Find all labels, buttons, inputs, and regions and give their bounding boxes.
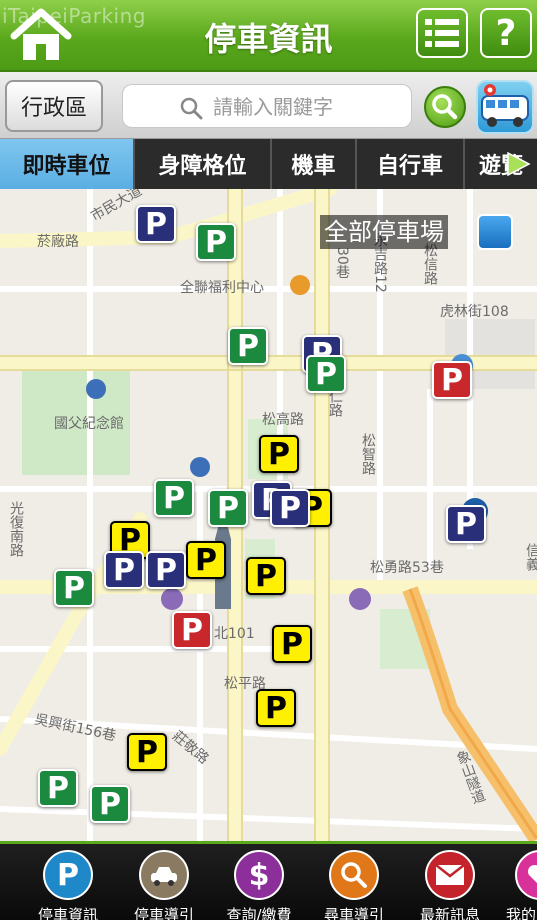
map-view[interactable]: 市民大道 菸廠路 全聯福利中心 30巷 永吉路12 松信路 虎林街108 國父紀… <box>0 189 537 841</box>
district-button[interactable]: 行政區 <box>5 80 103 132</box>
car-guide-icon <box>139 850 189 900</box>
map-label-xinyi: 信義 <box>524 543 537 571</box>
bottom-nav: P 停車資訊 停車導引 $ 查詢/繳費 尋車導引 最新訊息 我的 <box>0 841 537 920</box>
nav-find-car-label: 尋車導引 <box>323 906 384 920</box>
tour-bus-button[interactable] <box>476 80 534 134</box>
magnifier-icon <box>329 850 379 900</box>
nav-parking-guide-label: 停車導引 <box>133 906 194 920</box>
nav-my[interactable]: 我的 <box>492 844 537 920</box>
parking-marker-yellow[interactable]: P <box>186 541 226 579</box>
search-icon <box>180 97 203 120</box>
parking-marker-yellow[interactable]: P <box>256 689 296 727</box>
envelope-shape <box>435 864 465 885</box>
all-lots-label: 全部停車場 <box>320 215 448 249</box>
parking-marker-yellow[interactable]: P <box>259 435 299 473</box>
dollar-icon: $ <box>234 850 284 900</box>
tab-realtime-spaces[interactable]: 即時車位 <box>0 139 135 189</box>
heart-shape <box>527 864 537 883</box>
parking-marker-green[interactable]: P <box>154 479 194 517</box>
parking-marker-blue[interactable]: P <box>270 489 310 527</box>
menu-list-button[interactable] <box>416 8 468 58</box>
nav-query-pay-label: 查詢/繳費 <box>226 906 292 920</box>
search-go-button[interactable] <box>424 86 466 128</box>
tab-tour-bus[interactable]: 遊覽 <box>465 139 537 189</box>
parking-marker-green[interactable]: P <box>38 769 78 807</box>
map-label-songyong: 松勇路53巷 <box>370 560 444 576</box>
tab-bicycle[interactable]: 自行車 <box>357 139 465 189</box>
parking-marker-blue[interactable]: P <box>104 551 144 589</box>
parking-marker-blue[interactable]: P <box>136 205 176 243</box>
car-shape <box>151 867 177 886</box>
map-label-yanchang: 菸廠路 <box>37 234 79 250</box>
map-label-songxin: 松信路 <box>422 243 438 285</box>
nav-parking-guide[interactable]: 停車導引 <box>116 844 212 920</box>
map-label-hulin: 虎林街108 <box>440 304 509 320</box>
nav-query-pay[interactable]: $ 查詢/繳費 <box>211 844 307 920</box>
map-label-guofu: 國父紀念館 <box>54 416 124 432</box>
nav-news[interactable]: 最新訊息 <box>402 844 498 920</box>
help-button[interactable]: ? <box>480 8 532 58</box>
map-label-songzhi: 松智路 <box>360 433 376 475</box>
parking-marker-green[interactable]: P <box>196 223 236 261</box>
parking-marker-blue[interactable]: P <box>146 551 186 589</box>
all-lots-toggle[interactable] <box>477 214 513 250</box>
parking-marker-green[interactable]: P <box>306 355 346 393</box>
tab-disabled-spaces[interactable]: 身障格位 <box>135 139 272 189</box>
help-icon: ? <box>495 12 517 54</box>
parking-marker-green[interactable]: P <box>54 569 94 607</box>
parking-marker-yellow[interactable]: P <box>127 733 167 771</box>
home-icon <box>10 8 72 60</box>
map-label-xiangya: 30巷 <box>334 247 350 279</box>
nav-parking-info-label: 停車資訊 <box>37 906 98 920</box>
parking-marker-yellow[interactable]: P <box>246 557 286 595</box>
nav-parking-info[interactable]: P 停車資訊 <box>20 844 116 920</box>
more-tabs-arrow-icon[interactable] <box>505 151 531 177</box>
magnifier-icon <box>432 94 458 120</box>
app-header: iTaipeiParking 停車資訊 ? <box>0 0 537 72</box>
search-bar: 行政區 <box>0 72 537 139</box>
parking-marker-green[interactable]: P <box>208 489 248 527</box>
bus-icon <box>481 84 529 127</box>
parking-marker-yellow[interactable]: P <box>272 625 312 663</box>
search-input[interactable] <box>213 91 403 123</box>
nav-find-car[interactable]: 尋車導引 <box>306 844 402 920</box>
parking-marker-red[interactable]: P <box>432 361 472 399</box>
map-label-quanlian: 全聯福利中心 <box>180 280 264 296</box>
nav-news-label: 最新訊息 <box>419 906 480 920</box>
parking-marker-green[interactable]: P <box>90 785 130 823</box>
heart-icon <box>515 850 537 900</box>
nav-my-label: 我的 <box>506 906 537 920</box>
parking-marker-green[interactable]: P <box>228 327 268 365</box>
parking-marker-blue[interactable]: P <box>446 505 486 543</box>
home-button[interactable] <box>10 6 72 64</box>
parking-marker-red[interactable]: P <box>172 611 212 649</box>
tab-motorcycle[interactable]: 機車 <box>272 139 357 189</box>
magnifier-shape <box>341 862 367 888</box>
map-label-songgao: 松高路 <box>262 412 304 428</box>
parking-icon: P <box>43 850 93 900</box>
map-label-guangfu: 光復南路 <box>8 501 24 557</box>
mail-icon <box>425 850 475 900</box>
map-label-taipei101: 北101 <box>214 626 255 642</box>
category-tabs: 即時車位 身障格位 機車 自行車 遊覽 <box>0 139 537 189</box>
search-box <box>122 84 412 128</box>
list-icon <box>425 19 459 47</box>
